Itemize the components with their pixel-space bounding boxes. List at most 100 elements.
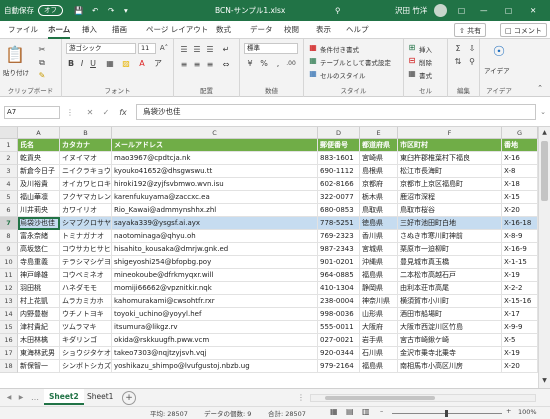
cell-prefecture[interactable]: 島根県	[360, 165, 398, 178]
italic-icon[interactable]: I	[77, 58, 87, 69]
scroll-up-icon[interactable]: ▲	[540, 129, 549, 137]
normal-view-icon[interactable]: ▦	[330, 407, 338, 416]
cell-katakana[interactable]: キダリンゴ	[60, 334, 112, 347]
cell-postal[interactable]: 027-0021	[318, 334, 360, 347]
header-cell-street[interactable]: 番地	[502, 139, 538, 152]
cell-name[interactable]: 内野豊樹	[18, 308, 60, 321]
format-painter-icon[interactable]: ✎	[36, 70, 48, 82]
cell-street[interactable]: X-15	[502, 191, 538, 204]
cell-name[interactable]: 富永奈緒	[18, 230, 60, 243]
avatar[interactable]	[434, 4, 447, 17]
cell-street[interactable]: X-20	[502, 360, 538, 373]
font-name-select[interactable]: 游ゴシック	[66, 43, 136, 54]
insert-function-icon[interactable]: fx	[116, 106, 130, 119]
row-header[interactable]: 3	[0, 165, 18, 178]
cell-street[interactable]: X-19	[502, 269, 538, 282]
cell-katakana[interactable]: コウサカヒサヒト	[60, 243, 112, 256]
cell-prefecture[interactable]: 鳥取県	[360, 204, 398, 217]
cell-street[interactable]: X-19	[502, 347, 538, 360]
cell-postal[interactable]: 602-8166	[318, 178, 360, 191]
cell-postal[interactable]: 998-0036	[318, 308, 360, 321]
cell-prefecture[interactable]: 宮崎県	[360, 152, 398, 165]
cell-katakana[interactable]: シンボトシカズ	[60, 360, 112, 373]
name-box[interactable]: A7	[4, 106, 60, 119]
cell-email[interactable]: kahomurakami@cwsohtfr.rxr	[112, 295, 318, 308]
row-header[interactable]: 4	[0, 178, 18, 191]
vertical-scrollbar[interactable]: ▲ ▼	[538, 127, 550, 388]
zoom-slider-thumb[interactable]	[445, 410, 448, 417]
cell-name[interactable]: 津村貴紀	[18, 321, 60, 334]
cell-katakana[interactable]: オイカワヒロキ	[60, 178, 112, 191]
row-header[interactable]: 17	[0, 347, 18, 360]
cell-name[interactable]: 烏袋沙也佳	[18, 217, 60, 230]
namebox-more-icon[interactable]: ⋮	[66, 106, 74, 119]
cell-katakana[interactable]: シマブクロサヤカ	[60, 217, 112, 230]
cell-name[interactable]: 寺島重義	[18, 256, 60, 269]
column-header-g[interactable]: G	[502, 127, 538, 139]
number-format-select[interactable]: 標準	[244, 43, 298, 54]
cell-name[interactable]: 木田林檎	[18, 334, 60, 347]
cell-city[interactable]: 三好市池田町白地	[398, 217, 502, 230]
zoom-slider[interactable]	[392, 410, 502, 417]
cell-prefecture[interactable]: 福島県	[360, 360, 398, 373]
expand-formula-icon[interactable]: ⌄	[538, 107, 548, 117]
cell-prefecture[interactable]: 徳島県	[360, 217, 398, 230]
cell-katakana[interactable]: コウベミネオ	[60, 269, 112, 282]
cell-prefecture[interactable]: 大阪府	[360, 321, 398, 334]
align-right-icon[interactable]: ≡	[204, 59, 216, 70]
cell-prefecture[interactable]: 沖縄県	[360, 256, 398, 269]
cell-name[interactable]: 村上花凱	[18, 295, 60, 308]
cell-katakana[interactable]: テラシマシゲヨシ	[60, 256, 112, 269]
cell-name[interactable]: 乾貢央	[18, 152, 60, 165]
minimize-icon[interactable]: —	[480, 0, 488, 21]
align-bottom-icon[interactable]: ☰	[204, 44, 216, 55]
maximize-icon[interactable]: □	[505, 0, 512, 21]
cell-name[interactable]: 新倉今日子	[18, 165, 60, 178]
cell-postal[interactable]: 979-2164	[318, 360, 360, 373]
cell-street[interactable]: X-20	[502, 204, 538, 217]
cell-name[interactable]: 川井莉央	[18, 204, 60, 217]
header-cell-name[interactable]: 氏名	[18, 139, 60, 152]
cell-postal[interactable]: 555-0011	[318, 321, 360, 334]
autosave-toggle[interactable]: オフ	[38, 5, 63, 16]
fill-color-icon[interactable]: ▨	[120, 58, 132, 69]
collapse-ribbon-icon[interactable]: ⌃	[534, 83, 546, 93]
cell-katakana[interactable]: ムラカミカホ	[60, 295, 112, 308]
cell-email[interactable]: mao3967@cpdtcja.nk	[112, 152, 318, 165]
sheet-tab-sheet1[interactable]: Sheet1	[82, 389, 118, 405]
cell-katakana[interactable]: ニイクラキョウコ	[60, 165, 112, 178]
tab-help[interactable]: ヘルプ	[346, 21, 369, 39]
cell-email[interactable]: itsumura@likgz.rv	[112, 321, 318, 334]
row-header[interactable]: 1	[0, 139, 18, 152]
column-header-d[interactable]: D	[318, 127, 360, 139]
confirm-entry-icon[interactable]: ✓	[100, 106, 112, 119]
hscroll-thumb[interactable]	[325, 396, 435, 400]
cell-email[interactable]: takeo7303@nqjtzyjsvh.vqj	[112, 347, 318, 360]
ideas-icon[interactable]: ☉	[489, 43, 509, 61]
header-cell-email[interactable]: メールアドレス	[112, 139, 318, 152]
tab-view[interactable]: 表示	[316, 21, 331, 39]
comments-button[interactable]: □ コメント	[500, 23, 547, 37]
cell-name[interactable]: 高坂悠仁	[18, 243, 60, 256]
cell-street[interactable]: X-8-9	[502, 230, 538, 243]
cell-katakana[interactable]: イヌイマオ	[60, 152, 112, 165]
cell-street[interactable]: X-16-18	[502, 217, 538, 230]
decimal-icon[interactable]: .00	[284, 58, 298, 69]
find-select-icon[interactable]: ⚲	[466, 56, 478, 67]
ideas-button[interactable]: アイデア	[484, 65, 510, 75]
cell-email[interactable]: Rio_Kawai@admmynshhx.zhl	[112, 204, 318, 217]
cell-katakana[interactable]: ショウジタケオ	[60, 347, 112, 360]
page-layout-view-icon[interactable]: ▤	[346, 407, 354, 416]
cell-email[interactable]: sayaka339@ysgsf.ai.ayx	[112, 217, 318, 230]
next-sheet-icon[interactable]: ▶	[16, 393, 26, 403]
cell-styles-button[interactable]: セルのスタイル	[320, 70, 366, 80]
paste-icon[interactable]: 📋	[5, 45, 25, 65]
tab-home[interactable]: ホーム	[48, 21, 71, 39]
cell-prefecture[interactable]: 栃木県	[360, 191, 398, 204]
sheet-more-icon[interactable]: …	[30, 392, 40, 404]
percent-icon[interactable]: %	[258, 58, 270, 69]
cell-street[interactable]: X-18	[502, 178, 538, 191]
cell-city[interactable]: 由利本荘市高尾	[398, 282, 502, 295]
cell-prefecture[interactable]: 岩手県	[360, 334, 398, 347]
cell-email[interactable]: yoshikazu_shimpo@lvufgustoj.nbzb.ug	[112, 360, 318, 373]
